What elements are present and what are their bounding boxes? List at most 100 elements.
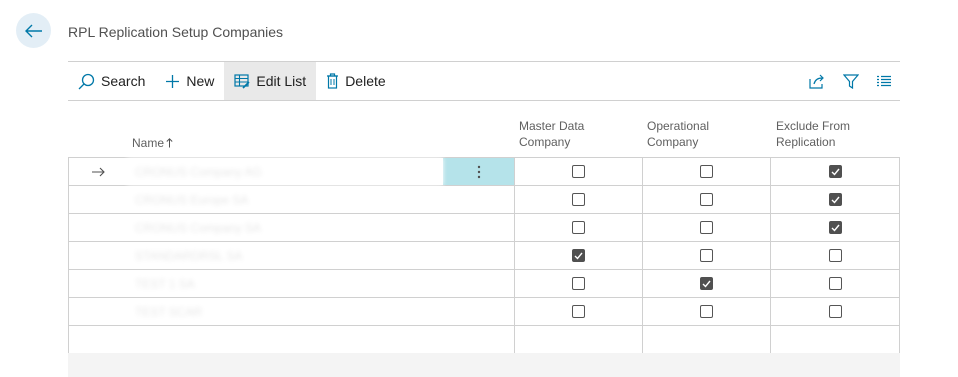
row-indicator: [69, 270, 127, 297]
company-name: TEST SCAR: [135, 304, 203, 319]
company-name-cell[interactable]: TEST 1 SA: [127, 270, 443, 297]
name-column-header[interactable]: Name: [132, 135, 173, 151]
master-data-cell: [514, 214, 642, 241]
delete-icon: [327, 73, 339, 89]
operational-cell: [642, 326, 770, 353]
master-data-checkbox[interactable]: [572, 193, 585, 206]
grid-header: Name Master Data Company Operational Com…: [68, 112, 900, 157]
share-button[interactable]: [801, 62, 834, 100]
grid-footer: [68, 353, 900, 377]
master-data-cell: [514, 326, 642, 353]
row-more-options: [443, 214, 514, 241]
new-label: New: [186, 73, 215, 89]
table-row[interactable]: CRONUS Company SA: [69, 214, 899, 242]
filter-icon: [842, 73, 859, 89]
operational-cell: [642, 214, 770, 241]
exclude-checkbox[interactable]: [828, 249, 842, 262]
exclude-cell: [770, 186, 899, 213]
row-indicator: [69, 242, 127, 269]
row-indicator: [69, 158, 127, 185]
company-name: STANDARDRSL SA: [135, 248, 243, 263]
exclude-checkbox[interactable]: [828, 277, 842, 290]
operational-checkbox[interactable]: [700, 165, 713, 178]
list-view-button[interactable]: [867, 62, 900, 100]
exclude-cell: [770, 326, 899, 353]
table-row[interactable]: TEST 1 SA: [69, 270, 899, 298]
row-indicator: [69, 186, 127, 213]
table-row[interactable]: TEST SCAR: [69, 298, 899, 326]
grid-rows: CRONUS Company AG CRONUS Europe SA CRONUS …: [68, 157, 900, 354]
edit-list-button[interactable]: Edit List: [224, 62, 317, 100]
operational-cell: [642, 158, 770, 185]
operational-cell: [642, 298, 770, 325]
delete-button[interactable]: Delete: [316, 62, 395, 100]
master-data-cell: [514, 270, 642, 297]
master-data-checkbox[interactable]: [572, 165, 585, 178]
company-name: TEST 1 SA: [135, 276, 195, 291]
share-icon: [809, 74, 824, 89]
company-name-cell[interactable]: STANDARDRSL SA: [127, 242, 443, 269]
back-button[interactable]: [16, 13, 51, 48]
company-name: CRONUS Europe SA: [135, 192, 249, 207]
operational-cell: [642, 270, 770, 297]
master-data-column-header[interactable]: Master Data Company: [519, 118, 584, 150]
operational-checkbox[interactable]: [700, 277, 713, 290]
row-more-options: [443, 270, 514, 297]
master-data-cell: [514, 242, 642, 269]
sort-up-icon: [166, 138, 173, 148]
table-row[interactable]: STANDARDRSL SA: [69, 242, 899, 270]
exclude-checkbox[interactable]: [828, 305, 842, 318]
operational-checkbox[interactable]: [700, 193, 713, 206]
table-row[interactable]: CRONUS Europe SA: [69, 186, 899, 214]
company-name-cell[interactable]: CRONUS Company AG: [127, 158, 443, 185]
operational-checkbox[interactable]: [700, 221, 713, 234]
exclude-column-header[interactable]: Exclude From Replication: [776, 118, 850, 150]
search-button[interactable]: Search: [68, 62, 155, 100]
page-title: RPL Replication Setup Companies: [68, 24, 284, 40]
row-more-options: [443, 186, 514, 213]
delete-label: Delete: [345, 73, 386, 89]
filter-button[interactable]: [834, 62, 867, 100]
list-view-icon: [876, 75, 891, 87]
table-row[interactable]: CRONUS Company AG: [69, 158, 899, 186]
plus-icon: [166, 74, 180, 88]
company-name-cell[interactable]: CRONUS Europe SA: [127, 186, 443, 213]
edit-list-icon: [234, 73, 250, 89]
company-name-cell[interactable]: [127, 326, 443, 353]
edit-list-label: Edit List: [256, 73, 307, 89]
master-data-cell: [514, 186, 642, 213]
action-bar: Search New Edit List Delete: [68, 61, 900, 101]
master-data-checkbox[interactable]: [572, 305, 585, 318]
row-indicator-arrow-icon: [92, 167, 105, 176]
operational-checkbox[interactable]: [700, 305, 713, 318]
exclude-cell: [770, 298, 899, 325]
exclude-cell: [770, 270, 899, 297]
row-indicator: [69, 214, 127, 241]
operational-cell: [642, 242, 770, 269]
operational-checkbox[interactable]: [700, 249, 713, 262]
company-name-cell[interactable]: TEST SCAR: [127, 298, 443, 325]
master-data-checkbox[interactable]: [572, 221, 585, 234]
master-data-cell: [514, 158, 642, 185]
more-options-icon: [477, 165, 480, 178]
row-more-options: [443, 242, 514, 269]
row-more-options: [443, 298, 514, 325]
exclude-checkbox[interactable]: [828, 221, 842, 234]
companies-grid: Name Master Data Company Operational Com…: [68, 112, 900, 354]
new-row[interactable]: [69, 326, 899, 354]
search-icon: [78, 73, 95, 89]
master-data-cell: [514, 298, 642, 325]
row-more-options[interactable]: [443, 158, 514, 185]
master-data-checkbox[interactable]: [572, 249, 585, 262]
operational-column-header[interactable]: Operational Company: [647, 118, 709, 150]
row-indicator: [69, 326, 127, 353]
exclude-checkbox[interactable]: [828, 193, 842, 206]
row-more-options: [443, 326, 514, 353]
row-indicator: [69, 298, 127, 325]
exclude-cell: [770, 214, 899, 241]
new-button[interactable]: New: [155, 62, 224, 100]
company-name-cell[interactable]: CRONUS Company SA: [127, 214, 443, 241]
exclude-checkbox[interactable]: [828, 165, 842, 178]
back-arrow-icon: [24, 24, 42, 37]
master-data-checkbox[interactable]: [572, 277, 585, 290]
